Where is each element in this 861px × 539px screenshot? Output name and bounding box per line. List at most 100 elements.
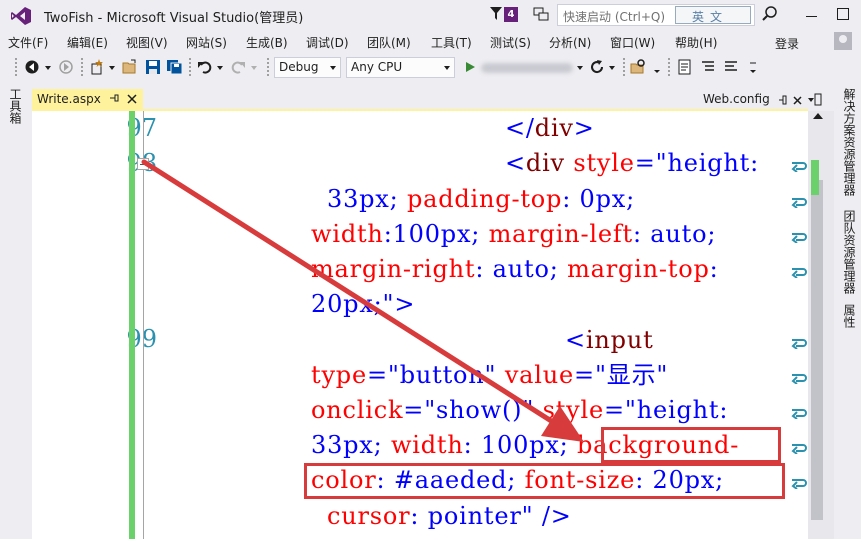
minimize-button[interactable] <box>800 4 824 24</box>
toolbar-grip[interactable] <box>14 57 18 78</box>
toolbar-separator <box>80 57 84 78</box>
run-target-blurred[interactable] <box>481 63 573 73</box>
menu-view[interactable]: 视图(V) <box>126 34 168 51</box>
code-token: padding-top <box>406 185 563 213</box>
menu-window[interactable]: 窗口(W) <box>610 34 655 51</box>
word-wrap-icon <box>791 374 807 384</box>
menu-bar: 文件(F) 编辑(E) 视图(V) 网站(S) 生成(B) 调试(D) 团队(M… <box>0 31 861 53</box>
open-file-icon[interactable] <box>122 59 138 75</box>
scroll-change-marker <box>811 160 819 195</box>
toolbar-separator <box>188 57 192 78</box>
save-icon[interactable] <box>145 59 161 75</box>
code-token: ="显示" <box>574 361 669 389</box>
code-token: style <box>542 396 605 424</box>
menu-edit[interactable]: 编辑(E) <box>67 34 108 51</box>
menu-tools[interactable]: 工具(T) <box>431 34 472 51</box>
word-wrap-icon <box>791 339 807 349</box>
undo-icon[interactable] <box>197 59 213 75</box>
highlight-box-background <box>601 427 781 463</box>
collapse-icon[interactable] <box>137 158 149 170</box>
word-wrap-icon <box>791 479 807 489</box>
find-in-files-icon[interactable] <box>630 59 646 75</box>
team-explorer-tab[interactable]: 团队资源管理器 <box>840 210 856 294</box>
code-token: : auto; <box>475 255 568 283</box>
refresh-dropdown-icon[interactable] <box>608 59 616 75</box>
format-document-icon[interactable] <box>701 59 715 75</box>
word-wrap-icon <box>791 162 807 172</box>
left-tool-strip <box>0 82 27 539</box>
filter-icon[interactable] <box>490 7 502 21</box>
code-token: input <box>585 326 654 354</box>
close-icon[interactable] <box>125 92 139 106</box>
navigate-forward-icon[interactable] <box>58 59 74 75</box>
solution-platform-value: Any CPU <box>351 60 403 74</box>
feedback-icon[interactable] <box>533 6 549 22</box>
tab-well-actions-icon[interactable] <box>777 93 823 107</box>
chevron-down-icon <box>330 66 336 70</box>
quick-launch-placeholder: 快速启动 (Ctrl+Q) <box>563 10 666 24</box>
code-token: ="height: <box>634 149 760 177</box>
code-line: onclick="show()" style="height: <box>311 395 728 425</box>
quick-launch-input[interactable]: 快速启动 (Ctrl+Q) 英文 <box>557 4 755 26</box>
pin-icon[interactable] <box>109 93 119 105</box>
code-token: : 100px; <box>463 431 577 459</box>
code-line: <div style="height: <box>505 148 759 178</box>
code-line: <input <box>565 325 654 355</box>
standard-toolbar: Debug Any CPU <box>0 53 861 82</box>
tab-web-config[interactable]: Web.config <box>703 92 770 106</box>
document-outline-icon[interactable] <box>678 59 692 75</box>
word-wrap-icon <box>791 444 807 454</box>
code-line: margin-right: auto; margin-top: <box>311 254 719 284</box>
menu-debug[interactable]: 调试(D) <box>306 34 349 51</box>
menu-team[interactable]: 团队(M) <box>367 34 411 51</box>
ime-indicator-label: 英文 <box>692 10 729 24</box>
save-all-icon[interactable] <box>166 59 183 75</box>
code-token: 33px; <box>327 185 407 213</box>
new-project-icon[interactable] <box>89 59 105 75</box>
notification-badge[interactable]: 4 <box>504 7 518 22</box>
code-token: type <box>311 361 367 389</box>
code-token: : auto; <box>632 220 717 248</box>
menu-test[interactable]: 测试(S) <box>490 34 531 51</box>
run-target-dropdown-icon[interactable] <box>576 59 584 75</box>
menu-file[interactable]: 文件(F) <box>8 34 48 51</box>
navigate-back-dropdown-icon[interactable] <box>44 59 52 75</box>
properties-tab[interactable]: 属性 <box>840 304 856 328</box>
redo-dropdown-icon[interactable] <box>250 59 258 75</box>
toolbar-overflow-icon[interactable] <box>652 59 662 75</box>
refresh-icon[interactable] <box>589 59 605 75</box>
comment-lines-icon[interactable] <box>724 59 738 75</box>
code-token: > <box>573 114 595 142</box>
navigate-back-icon[interactable] <box>24 59 40 75</box>
solution-explorer-tab[interactable]: 解决方案资源管理器 <box>840 88 856 196</box>
menu-analyze[interactable]: 分析(N) <box>549 34 591 51</box>
menu-build[interactable]: 生成(B) <box>246 34 288 51</box>
toolbar-options-icon[interactable] <box>748 59 758 75</box>
code-token: style <box>573 149 635 177</box>
scroll-thumb[interactable] <box>811 180 823 520</box>
account-icon[interactable] <box>834 32 852 50</box>
code-token: 33px; <box>311 431 391 459</box>
word-wrap-icon <box>791 268 807 278</box>
new-project-dropdown-icon[interactable] <box>108 59 116 75</box>
menu-website[interactable]: 网站(S) <box>186 34 227 51</box>
solution-platform-select[interactable]: Any CPU <box>346 57 455 78</box>
undo-dropdown-icon[interactable] <box>216 59 224 75</box>
title-bar: TwoFish - Microsoft Visual Studio(管理员) 4… <box>0 0 861 31</box>
menu-help[interactable]: 帮助(H) <box>675 34 717 51</box>
maximize-button[interactable] <box>831 4 855 24</box>
redo-icon[interactable] <box>230 59 246 75</box>
visual-studio-window: TwoFish - Microsoft Visual Studio(管理员) 4… <box>0 0 861 539</box>
start-debugging-icon[interactable] <box>464 59 476 75</box>
search-icon[interactable] <box>761 5 779 23</box>
code-token: width <box>390 431 464 459</box>
sign-in-link[interactable]: 登录 <box>775 35 799 52</box>
code-line: 33px; padding-top: 0px; <box>327 184 635 214</box>
code-line: </div> <box>505 113 595 143</box>
scroll-up-icon[interactable] <box>813 113 823 119</box>
tab-write-aspx[interactable]: Write.aspx <box>32 89 143 110</box>
code-token: cursor <box>327 502 411 530</box>
solution-configuration-select[interactable]: Debug <box>274 57 341 78</box>
code-line: 20px;"> <box>311 289 415 319</box>
toolbox-tab[interactable]: 工具箱 <box>6 88 22 124</box>
